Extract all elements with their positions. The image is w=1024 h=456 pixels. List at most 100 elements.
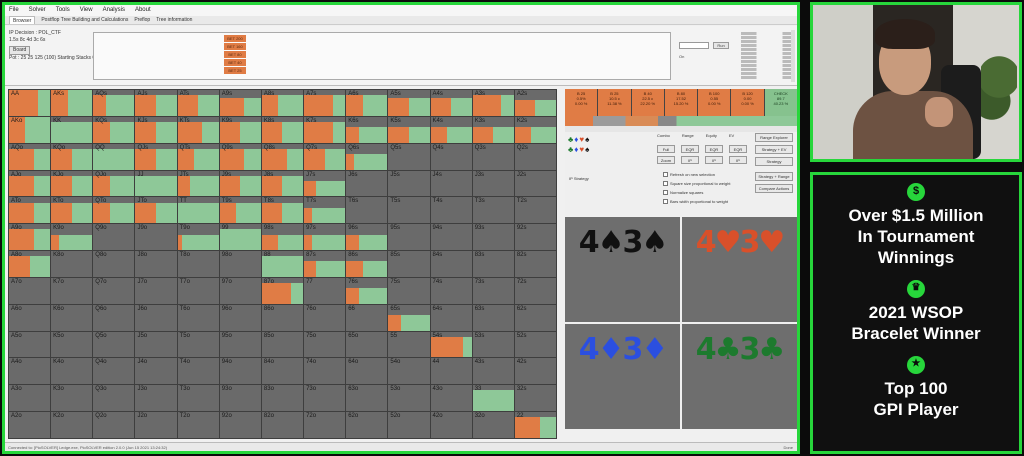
hand-cell[interactable]: A8s [261,90,304,116]
hand-cell[interactable]: 84s [430,251,472,277]
hand-cell[interactable]: T8s [261,197,304,224]
hand-cell[interactable]: A3o [9,385,51,412]
bar-width-checkbox[interactable]: Bars width proportional to weight [663,199,728,204]
hand-cell[interactable]: K3s [472,116,514,143]
suit-filter[interactable]: ♣♦♥♠ ♣♦♥♠ [568,135,590,155]
hand-cell[interactable]: 82o [261,412,304,438]
hand-cell[interactable]: 75s [388,277,430,304]
hand-cell[interactable]: A9o [9,224,51,251]
hand-cell[interactable]: 32o [472,412,514,438]
hand-cell[interactable]: K7o [51,277,93,304]
hand-cell[interactable]: J5s [388,170,430,197]
hand-cell[interactable]: K8o [51,251,93,277]
hand-cell[interactable]: A5o [9,331,51,358]
hand-cell[interactable]: A6s [346,90,388,116]
hand-cell[interactable]: 83s [472,251,514,277]
hand-cell[interactable]: 95o [219,331,261,358]
square-size-checkbox[interactable]: Square size proportional to weight [663,181,730,186]
hand-cell[interactable]: Q9s [219,143,261,170]
hand-cell[interactable]: 54o [388,358,430,385]
hand-cell[interactable]: 43s [472,358,514,385]
action-item[interactable]: BET 160 [224,43,246,50]
hand-cell[interactable]: 72s [514,277,556,304]
range-ip-button[interactable]: IP [681,156,699,164]
hand-cell[interactable]: K4s [430,116,472,143]
hand-cell[interactable]: 99 [219,224,261,251]
equity-eqr-button[interactable]: EQR [705,145,723,153]
hand-cell[interactable]: J8s [261,170,304,197]
hand-cell[interactable]: J6s [346,170,388,197]
hand-cell[interactable]: KJo [51,170,93,197]
equity-ip-button[interactable]: IP [705,156,723,164]
hand-cell[interactable]: T3o [177,385,219,412]
hand-cell[interactable]: J5o [135,331,177,358]
spade-icon[interactable]: ♠ [585,135,590,144]
hand-cell[interactable]: 93s [472,224,514,251]
hand-cell[interactable]: 95s [388,224,430,251]
hand-cell[interactable]: QJo [93,170,135,197]
hand-cell[interactable]: AJs [135,90,177,116]
hand-cell[interactable]: J7s [304,170,346,197]
hand-cell[interactable]: 74o [304,358,346,385]
hand-cell[interactable]: A7s [304,90,346,116]
hand-cell[interactable]: 54s [430,331,472,358]
hand-cell[interactable]: Q6s [346,143,388,170]
menu-analysis[interactable]: Analysis [103,5,125,16]
tab-browser[interactable]: Browser [9,16,36,24]
ev-ip-button[interactable]: IP [729,156,747,164]
hand-cell[interactable]: T8o [177,251,219,277]
hand-cell[interactable]: 98s [261,224,304,251]
bet-frequency[interactable]: B 100 0.55 0.00 % [698,89,731,116]
bet-frequency[interactable]: B 80 17.52 15.20 % [664,89,698,116]
hand-cell[interactable]: 75o [304,331,346,358]
range-eqr-button[interactable]: EQR [681,145,699,153]
hand-cell[interactable]: 93o [219,385,261,412]
hand-cell[interactable]: 43o [430,385,472,412]
hand-cell[interactable]: 88 [261,251,304,277]
script-input[interactable] [679,42,709,49]
hand-cell[interactable]: AKo [9,116,51,143]
hand-cell[interactable]: 87s [304,251,346,277]
hand-cell[interactable]: J2s [514,170,556,197]
hand-cell[interactable]: AJo [9,170,51,197]
hand-cell[interactable]: J9s [219,170,261,197]
hand-cell[interactable]: Q4s [430,143,472,170]
hand-cell[interactable]: K4o [51,358,93,385]
hand-cell[interactable]: T4s [430,197,472,224]
hand-cell[interactable]: K5o [51,331,93,358]
hand-cell[interactable]: J3s [472,170,514,197]
hand-cell[interactable]: J6o [135,304,177,331]
combo-hearts[interactable]: 4♥3♥ [682,217,797,322]
compare-actions-button[interactable]: Compare Actions [755,184,793,193]
hand-cell[interactable]: T4o [177,358,219,385]
hand-cell[interactable]: 74s [430,277,472,304]
ev-eqr-button[interactable]: EQR [729,145,747,153]
hand-cell[interactable]: A2s [514,90,556,116]
hand-cell[interactable]: 86o [261,304,304,331]
hand-cell[interactable]: 92o [219,412,261,438]
hand-cell[interactable]: 72o [304,412,346,438]
on-toggle[interactable]: On [679,54,684,59]
hand-cell[interactable]: KJs [135,116,177,143]
hand-cell[interactable]: 76o [304,304,346,331]
hand-cell[interactable]: Q5o [93,331,135,358]
hand-cell[interactable]: KQs [93,116,135,143]
hand-cell[interactable]: Q3s [472,143,514,170]
hand-cell[interactable]: K7s [304,116,346,143]
hand-cell[interactable]: 63s [472,304,514,331]
hand-cell[interactable]: 63o [346,385,388,412]
hand-cell[interactable]: 97s [304,224,346,251]
hand-cell[interactable]: 62s [514,304,556,331]
action-tree-box[interactable]: BET 200 BET 160 BET 80 BET 40 BET 25 [93,32,671,80]
hand-cell[interactable]: 76s [346,277,388,304]
hand-cell[interactable]: K8s [261,116,304,143]
hand-cell[interactable]: QTs [177,143,219,170]
hand-cell[interactable]: 55 [388,331,430,358]
hand-cell[interactable]: J4s [430,170,472,197]
hand-cell[interactable]: Q9o [93,224,135,251]
hand-cell[interactable]: AKs [51,90,93,116]
hand-cell[interactable]: 65o [346,331,388,358]
hand-cell[interactable]: A3s [472,90,514,116]
hand-cell[interactable]: 44 [430,358,472,385]
hand-cell[interactable]: T5o [177,331,219,358]
